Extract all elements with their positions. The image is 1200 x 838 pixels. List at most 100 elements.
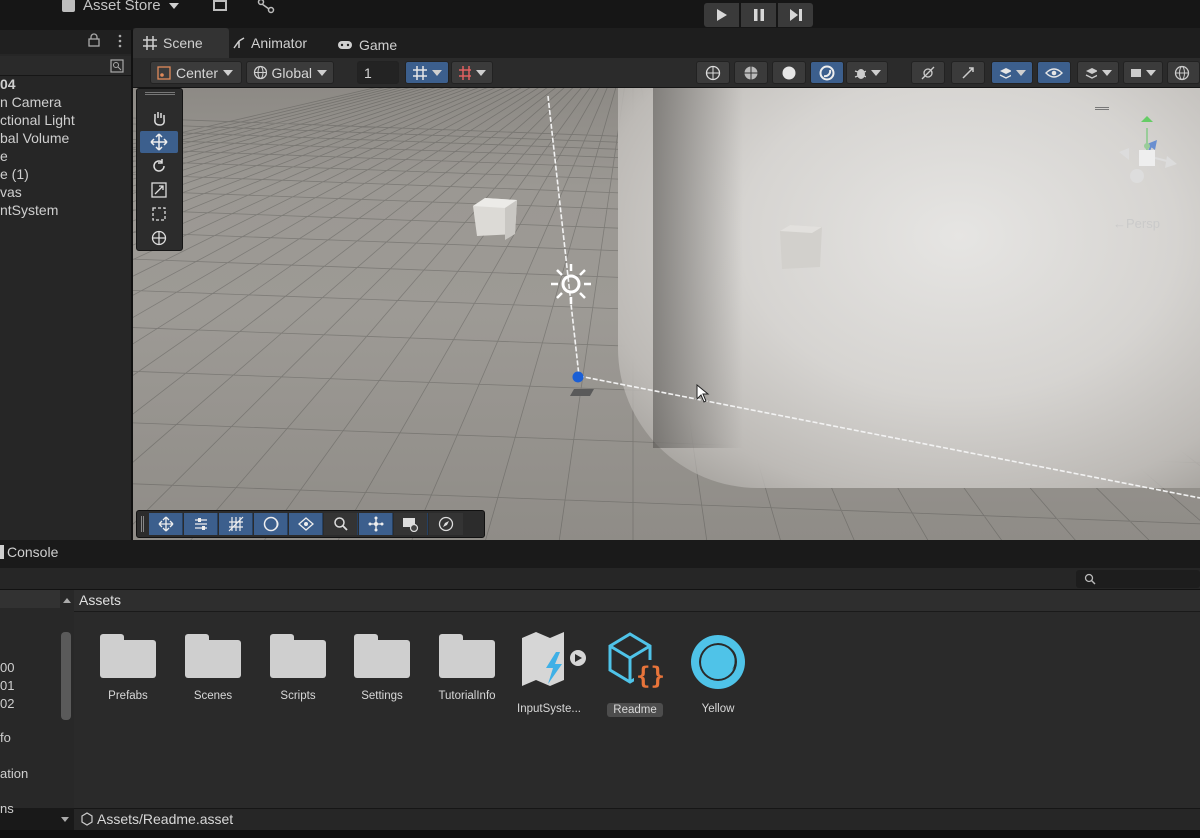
overlay-search-button[interactable]	[324, 513, 358, 535]
hierarchy-item[interactable]: vas	[0, 184, 22, 200]
asset-label: InputSyste...	[517, 703, 581, 715]
scene-viewport[interactable]: ←Persp	[133, 88, 1200, 540]
tab-game[interactable]: Game	[337, 30, 397, 60]
tree-item[interactable]: 00	[0, 660, 14, 675]
overlay-camera-button[interactable]	[394, 513, 428, 535]
hierarchy-search[interactable]	[0, 56, 131, 76]
assets-breadcrumb[interactable]: Assets	[79, 592, 121, 608]
pivot-rotation-dropdown[interactable]: Global	[246, 61, 334, 84]
hierarchy-item[interactable]: ntSystem	[0, 202, 58, 218]
input-actions-icon	[522, 632, 586, 686]
overlay-grid-button[interactable]	[219, 513, 253, 535]
move-arrows-icon	[150, 133, 168, 151]
cube-object[interactable]	[469, 196, 519, 240]
scene-effects-dropdown[interactable]	[991, 61, 1033, 84]
layers-icon[interactable]	[212, 0, 227, 11]
tree-item[interactable]: fo	[0, 730, 11, 745]
camera-settings-dropdown[interactable]	[1123, 61, 1163, 84]
scene-visibility-button[interactable]	[1037, 61, 1071, 84]
tree-item[interactable]: 02	[0, 696, 14, 711]
asset-folder-scripts[interactable]: Scripts	[255, 632, 341, 702]
tab-scene[interactable]: Scene	[133, 28, 229, 58]
tab-animator[interactable]: Animator	[233, 28, 307, 58]
scroll-up-icon[interactable]	[62, 596, 72, 604]
asset-readme[interactable]: {} Readme	[592, 630, 678, 718]
asset-input-actions[interactable]: InputSyste...	[506, 630, 592, 715]
toggle-2d-button[interactable]	[911, 61, 945, 84]
step-button[interactable]	[778, 3, 813, 27]
scroll-down-icon[interactable]	[60, 816, 70, 824]
grid-size-field[interactable]: 1	[357, 61, 399, 84]
cube-object[interactable]	[776, 223, 824, 273]
rotate-tool[interactable]	[140, 155, 178, 177]
hand-tool[interactable]	[140, 107, 178, 129]
debug-draw-mode-dropdown[interactable]	[846, 61, 888, 84]
project-search-input[interactable]	[1076, 570, 1200, 588]
kebab-menu-icon[interactable]	[118, 34, 122, 48]
asset-folder-settings[interactable]: Settings	[339, 632, 425, 702]
project-footer: Assets/Readme.asset	[61, 808, 1200, 830]
tree-item[interactable]: ation	[0, 766, 28, 781]
overlay-shading-button[interactable]	[254, 513, 288, 535]
transform-tool[interactable]	[140, 227, 178, 249]
tree-item[interactable]: ns	[0, 801, 14, 816]
tab-console[interactable]: Console	[0, 544, 58, 560]
collab-icon[interactable]	[257, 0, 275, 14]
overlay-pivot-button[interactable]	[359, 513, 393, 535]
camera-gizmo[interactable]	[564, 368, 598, 402]
layers-stack-icon	[999, 67, 1011, 79]
pause-button[interactable]	[741, 3, 776, 27]
hierarchy-item[interactable]: e	[0, 148, 8, 164]
projection-label[interactable]: ←Persp	[1113, 216, 1160, 231]
chevron-down-icon	[223, 69, 234, 76]
wireframe-shading-button[interactable]	[696, 61, 730, 84]
overlay-settings-button[interactable]	[184, 513, 218, 535]
assets-grid: Prefabs Scenes Scripts Settings Tutorial…	[74, 612, 1200, 808]
orientation-gizmo[interactable]	[1111, 116, 1183, 196]
grid-snap-toggle[interactable]	[405, 61, 449, 84]
rect-tool[interactable]	[140, 203, 178, 225]
grid-visibility-toggle[interactable]	[451, 61, 493, 84]
overlay-compass-button[interactable]	[429, 513, 463, 535]
pivot-mode-dropdown[interactable]: Center	[150, 61, 242, 84]
scale-tool[interactable]	[140, 179, 178, 201]
tree-item[interactable]: 01	[0, 678, 14, 693]
asset-yellow-material[interactable]: Yellow	[675, 632, 761, 715]
shaded-wireframe-button[interactable]	[734, 61, 768, 84]
rendered-shading-button[interactable]	[810, 61, 844, 84]
tree-scrollbar[interactable]	[61, 632, 71, 720]
drag-handle[interactable]	[145, 92, 175, 95]
asset-store-menu[interactable]: Asset Store	[62, 0, 275, 14]
lighting-toggle-button[interactable]	[951, 61, 985, 84]
drag-handle[interactable]	[141, 516, 144, 532]
hierarchy-item[interactable]: bal Volume	[0, 130, 69, 146]
overlay-navigation-button[interactable]	[289, 513, 323, 535]
tab-scene-label: Scene	[163, 35, 203, 51]
hierarchy-item[interactable]: n Camera	[0, 94, 61, 110]
grid-icon	[143, 36, 157, 50]
hierarchy-item[interactable]: e (1)	[0, 166, 29, 182]
folder-icon	[439, 632, 495, 678]
tab-game-label: Game	[359, 37, 398, 53]
asset-folder-prefabs[interactable]: Prefabs	[85, 632, 171, 702]
search-options-icon[interactable]	[110, 59, 124, 73]
scene-toolbar: Center Global 1	[133, 58, 1200, 88]
asset-folder-scenes[interactable]: Scenes	[170, 632, 256, 702]
tab-animator-label: Animator	[251, 35, 308, 51]
directional-light-icon[interactable]	[549, 262, 593, 306]
move-tool[interactable]	[140, 131, 178, 153]
gizmos-dropdown[interactable]	[1167, 61, 1200, 84]
layers-dropdown[interactable]	[1077, 61, 1119, 84]
shaded-button[interactable]	[772, 61, 806, 84]
asset-label: Prefabs	[108, 690, 148, 702]
chevron-down-icon	[871, 69, 881, 76]
sliders-icon	[194, 518, 207, 530]
transform-combo-icon	[151, 230, 167, 246]
overlay-move-button[interactable]	[149, 513, 183, 535]
hierarchy-item[interactable]: ctional Light	[0, 112, 75, 128]
asset-folder-tutorialinfo[interactable]: TutorialInfo	[424, 632, 510, 702]
play-button[interactable]	[704, 3, 739, 27]
gizmo-drag-handle[interactable]	[1095, 107, 1109, 110]
lock-icon[interactable]	[88, 33, 100, 47]
hierarchy-scene-root[interactable]: 04	[0, 76, 16, 92]
